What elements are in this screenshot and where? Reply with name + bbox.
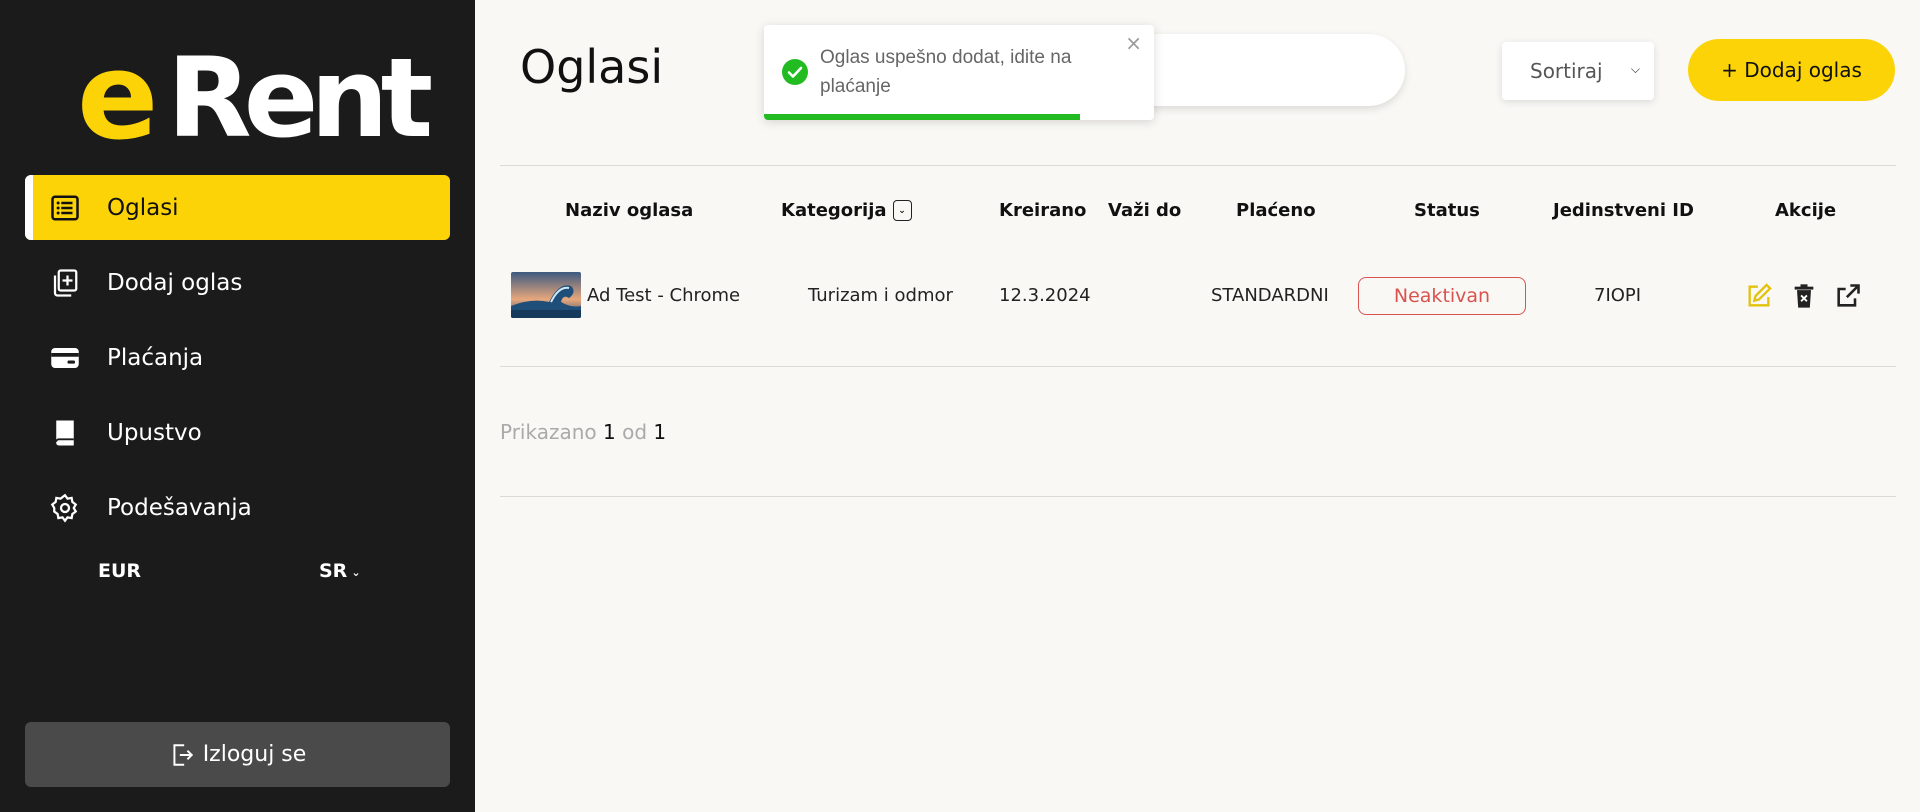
column-header-label: Kategorija — [781, 200, 887, 221]
divider — [500, 366, 1896, 367]
sidebar-item-dodaj-oglas[interactable]: Dodaj oglas — [25, 250, 450, 315]
sidebar: e Rent Oglasi Dodaj oglas Plaćanja Upust… — [0, 0, 475, 812]
currency-selector[interactable]: EUR — [98, 560, 141, 582]
sidebar-item-label: Plaćanja — [107, 344, 204, 371]
page-title: Oglasi — [520, 40, 664, 94]
erent-logo[interactable]: e Rent — [77, 28, 433, 167]
pagination-current: 1 — [603, 420, 616, 444]
logo-e: e — [77, 28, 158, 167]
delete-icon[interactable] — [1790, 282, 1818, 310]
sidebar-item-label: Dodaj oglas — [107, 269, 243, 296]
column-header-kategorija[interactable]: Kategorija ⌄ — [781, 200, 912, 221]
logo-rent: Rent — [167, 34, 433, 162]
gear-icon — [49, 492, 81, 524]
list-icon — [49, 192, 81, 224]
ad-paid: STANDARDNI — [1211, 285, 1329, 306]
logout-icon — [173, 743, 193, 766]
book-icon — [49, 417, 81, 449]
ad-name[interactable]: Ad Test - Chrome — [587, 285, 740, 306]
edit-icon[interactable] — [1745, 282, 1773, 310]
chevron-down-icon[interactable]: ⌄ — [892, 200, 912, 221]
toast-message: Oglas uspešno dodat, idite na plaćanje — [820, 47, 1072, 97]
sidebar-item-oglasi[interactable]: Oglasi — [25, 175, 450, 240]
sort-label: Sortiraj — [1530, 59, 1603, 83]
check-circle-icon — [782, 59, 808, 85]
sidebar-item-podesavanja[interactable]: Podešavanja — [25, 475, 450, 540]
language-selector[interactable]: SR ⌄ — [319, 560, 361, 582]
sidebar-item-upustvo[interactable]: Upustvo — [25, 400, 450, 465]
logout-label: Izloguj se — [202, 742, 307, 767]
column-header-kreirano: Kreirano — [999, 200, 1087, 221]
status-badge: Neaktivan — [1358, 277, 1526, 315]
sidebar-item-label: Upustvo — [107, 419, 202, 446]
logout-button[interactable]: Izloguj se — [25, 722, 450, 787]
add-document-icon — [49, 267, 81, 299]
pagination-info: Prikazano 1 od 1 — [500, 420, 666, 444]
divider — [500, 165, 1896, 166]
add-ad-button[interactable]: + Dodaj oglas — [1688, 39, 1895, 101]
external-link-icon[interactable] — [1834, 282, 1862, 310]
sidebar-item-label: Podešavanja — [107, 494, 252, 521]
ad-uid: 7IOPI — [1594, 285, 1642, 306]
chevron-down-icon: ⌵ — [1630, 62, 1640, 76]
ad-category: Turizam i odmor — [808, 285, 953, 306]
column-header-vazi-do: Važi do — [1108, 200, 1182, 221]
ad-thumbnail[interactable] — [511, 272, 581, 318]
chevron-down-icon: ⌄ — [351, 565, 361, 579]
column-header-akcije: Akcije — [1775, 200, 1837, 221]
sidebar-nav: Oglasi Dodaj oglas Plaćanja Upustvo Pode… — [25, 175, 450, 550]
sidebar-item-placanja[interactable]: Plaćanja — [25, 325, 450, 390]
ad-created: 12.3.2024 — [999, 285, 1091, 306]
sort-select[interactable]: Sortiraj ⌵ — [1502, 42, 1654, 100]
success-toast: Oglas uspešno dodat, idite na plaćanje × — [764, 25, 1154, 120]
column-header-jedinstveni-id: Jedinstveni ID — [1553, 200, 1694, 221]
sidebar-item-label: Oglasi — [107, 194, 179, 221]
credit-card-icon — [49, 342, 81, 374]
column-header-naziv: Naziv oglasa — [565, 200, 694, 221]
close-icon[interactable]: × — [1125, 31, 1142, 55]
column-header-status: Status — [1414, 200, 1480, 221]
pagination-sep: od — [622, 420, 648, 444]
column-header-placeno: Plaćeno — [1236, 200, 1316, 221]
toast-progress-bar — [764, 114, 1080, 120]
language-label: SR — [319, 560, 348, 582]
divider — [500, 496, 1896, 497]
pagination-total: 1 — [653, 420, 667, 444]
pagination-prefix: Prikazano — [500, 420, 597, 444]
